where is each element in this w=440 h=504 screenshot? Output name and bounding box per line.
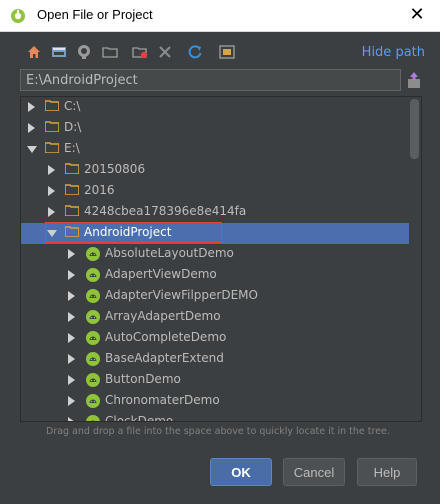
folder-icon — [65, 184, 79, 195]
tree-row-module[interactable]: ButtonDemo — [21, 370, 409, 391]
android-module-icon — [86, 268, 100, 282]
delete-icon[interactable] — [157, 44, 173, 60]
folder-icon — [45, 121, 59, 132]
collapsed-arrow-icon[interactable] — [68, 375, 75, 385]
tree-row-label: BaseAdapterExtend — [105, 351, 224, 365]
tree-row-module[interactable]: AdapterViewFilpperDEMO — [21, 286, 409, 307]
tree-row-module[interactable]: BaseAdapterExtend — [21, 349, 409, 370]
folder-icon — [45, 142, 59, 153]
collapsed-arrow-icon[interactable] — [48, 165, 55, 175]
module-icon[interactable] — [102, 44, 118, 60]
tree-row-folder[interactable]: 4248cbea178396e8e414fa — [21, 202, 409, 223]
desktop-icon[interactable] — [51, 44, 67, 60]
close-icon: ✕ — [409, 4, 425, 25]
help-button[interactable]: Help — [357, 458, 417, 486]
collapsed-arrow-icon[interactable] — [68, 270, 75, 280]
tree-row-module[interactable]: ChronomaterDemo — [21, 391, 409, 412]
collapsed-arrow-icon[interactable] — [68, 312, 75, 322]
tree-row-label: ButtonDemo — [105, 372, 181, 386]
folder-icon — [65, 163, 79, 174]
scrollbar-thumb[interactable] — [410, 99, 419, 159]
tree-row-folder[interactable]: E:\ — [21, 139, 409, 160]
new-folder-icon[interactable] — [132, 44, 148, 60]
tree-row-label: 2016 — [84, 183, 115, 197]
tree-row-label: ChronomaterDemo — [105, 393, 220, 407]
tree-row-label: C:\ — [64, 99, 81, 113]
android-module-icon — [86, 331, 100, 345]
android-module-icon — [86, 394, 100, 408]
collapsed-arrow-icon[interactable] — [68, 333, 75, 343]
collapsed-arrow-icon[interactable] — [48, 207, 55, 217]
tree-row-label: AutoCompleteDemo — [105, 330, 227, 344]
tree-row-module[interactable]: AdapertViewDemo — [21, 265, 409, 286]
tree-row-folder[interactable]: AndroidProject — [21, 222, 409, 244]
tree-row-module[interactable]: AbsoluteLayoutDemo — [21, 244, 409, 265]
tree-row-folder[interactable]: C:\ — [21, 97, 409, 118]
path-history-icon[interactable] — [406, 71, 422, 89]
toolbar: Hide path — [20, 40, 425, 66]
path-row: E:\AndroidProject — [20, 69, 422, 93]
tree-row-label: 4248cbea178396e8e414fa — [84, 204, 247, 218]
android-module-icon — [86, 373, 100, 387]
tree-row-folder[interactable]: 20150806 — [21, 160, 409, 181]
ok-button[interactable]: OK — [210, 458, 272, 486]
collapsed-arrow-icon[interactable] — [68, 417, 75, 421]
open-file-dialog: Open File or Project ✕ Hide path E:\Andr… — [0, 0, 440, 504]
tree-scrollbar[interactable] — [410, 97, 419, 421]
home-icon[interactable] — [26, 44, 42, 60]
project-icon[interactable] — [76, 44, 92, 60]
android-module-icon — [86, 310, 100, 324]
android-module-icon — [86, 289, 100, 303]
android-module-icon — [86, 415, 100, 421]
cancel-button[interactable]: Cancel — [283, 458, 345, 486]
tree-row-label: AbsoluteLayoutDemo — [105, 246, 234, 260]
tree-row-folder[interactable]: D:\ — [21, 118, 409, 139]
tree-row-label: E:\ — [64, 141, 80, 155]
folder-icon — [65, 205, 79, 216]
tree-row-label: D:\ — [64, 120, 82, 134]
close-button[interactable]: ✕ — [394, 0, 440, 31]
window-title: Open File or Project — [37, 7, 153, 22]
android-module-icon — [86, 352, 100, 366]
tree-row-label: AdapterViewFilpperDEMO — [105, 288, 258, 302]
tree-row-label: ArrayAdapertDemo — [105, 309, 221, 323]
collapsed-arrow-icon[interactable] — [68, 291, 75, 301]
android-studio-icon — [11, 9, 25, 23]
tree-row-module[interactable]: ClockDemo — [21, 412, 409, 422]
tree-row-label: ClockDemo — [105, 414, 174, 422]
tree-row-module[interactable]: AutoCompleteDemo — [21, 328, 409, 349]
title-bar: Open File or Project ✕ — [0, 0, 440, 32]
file-tree[interactable]: C:\ D:\ E:\ 20150806 2016 4248cbea178396e8e41… — [20, 96, 422, 422]
collapsed-arrow-icon[interactable] — [28, 123, 35, 133]
collapsed-arrow-icon[interactable] — [68, 396, 75, 406]
tree-row-folder[interactable]: 2016 — [21, 181, 409, 202]
android-module-icon — [86, 247, 100, 261]
expanded-arrow-icon[interactable] — [27, 146, 37, 153]
path-input[interactable]: E:\AndroidProject — [20, 69, 401, 91]
collapsed-arrow-icon[interactable] — [68, 354, 75, 364]
collapsed-arrow-icon[interactable] — [68, 249, 75, 259]
drag-drop-hint: Drag and drop a file into the space abov… — [46, 426, 390, 437]
show-hidden-icon[interactable] — [219, 44, 235, 60]
collapsed-arrow-icon[interactable] — [28, 102, 35, 112]
collapsed-arrow-icon[interactable] — [48, 186, 55, 196]
highlight-box — [45, 222, 222, 243]
folder-icon — [45, 100, 59, 111]
tree-row-module[interactable]: ArrayAdapertDemo — [21, 307, 409, 328]
hide-path-link[interactable]: Hide path — [362, 45, 425, 60]
tree-row-label: AdapertViewDemo — [105, 267, 217, 281]
tree-row-label: 20150806 — [84, 162, 146, 176]
refresh-icon[interactable] — [187, 44, 203, 60]
